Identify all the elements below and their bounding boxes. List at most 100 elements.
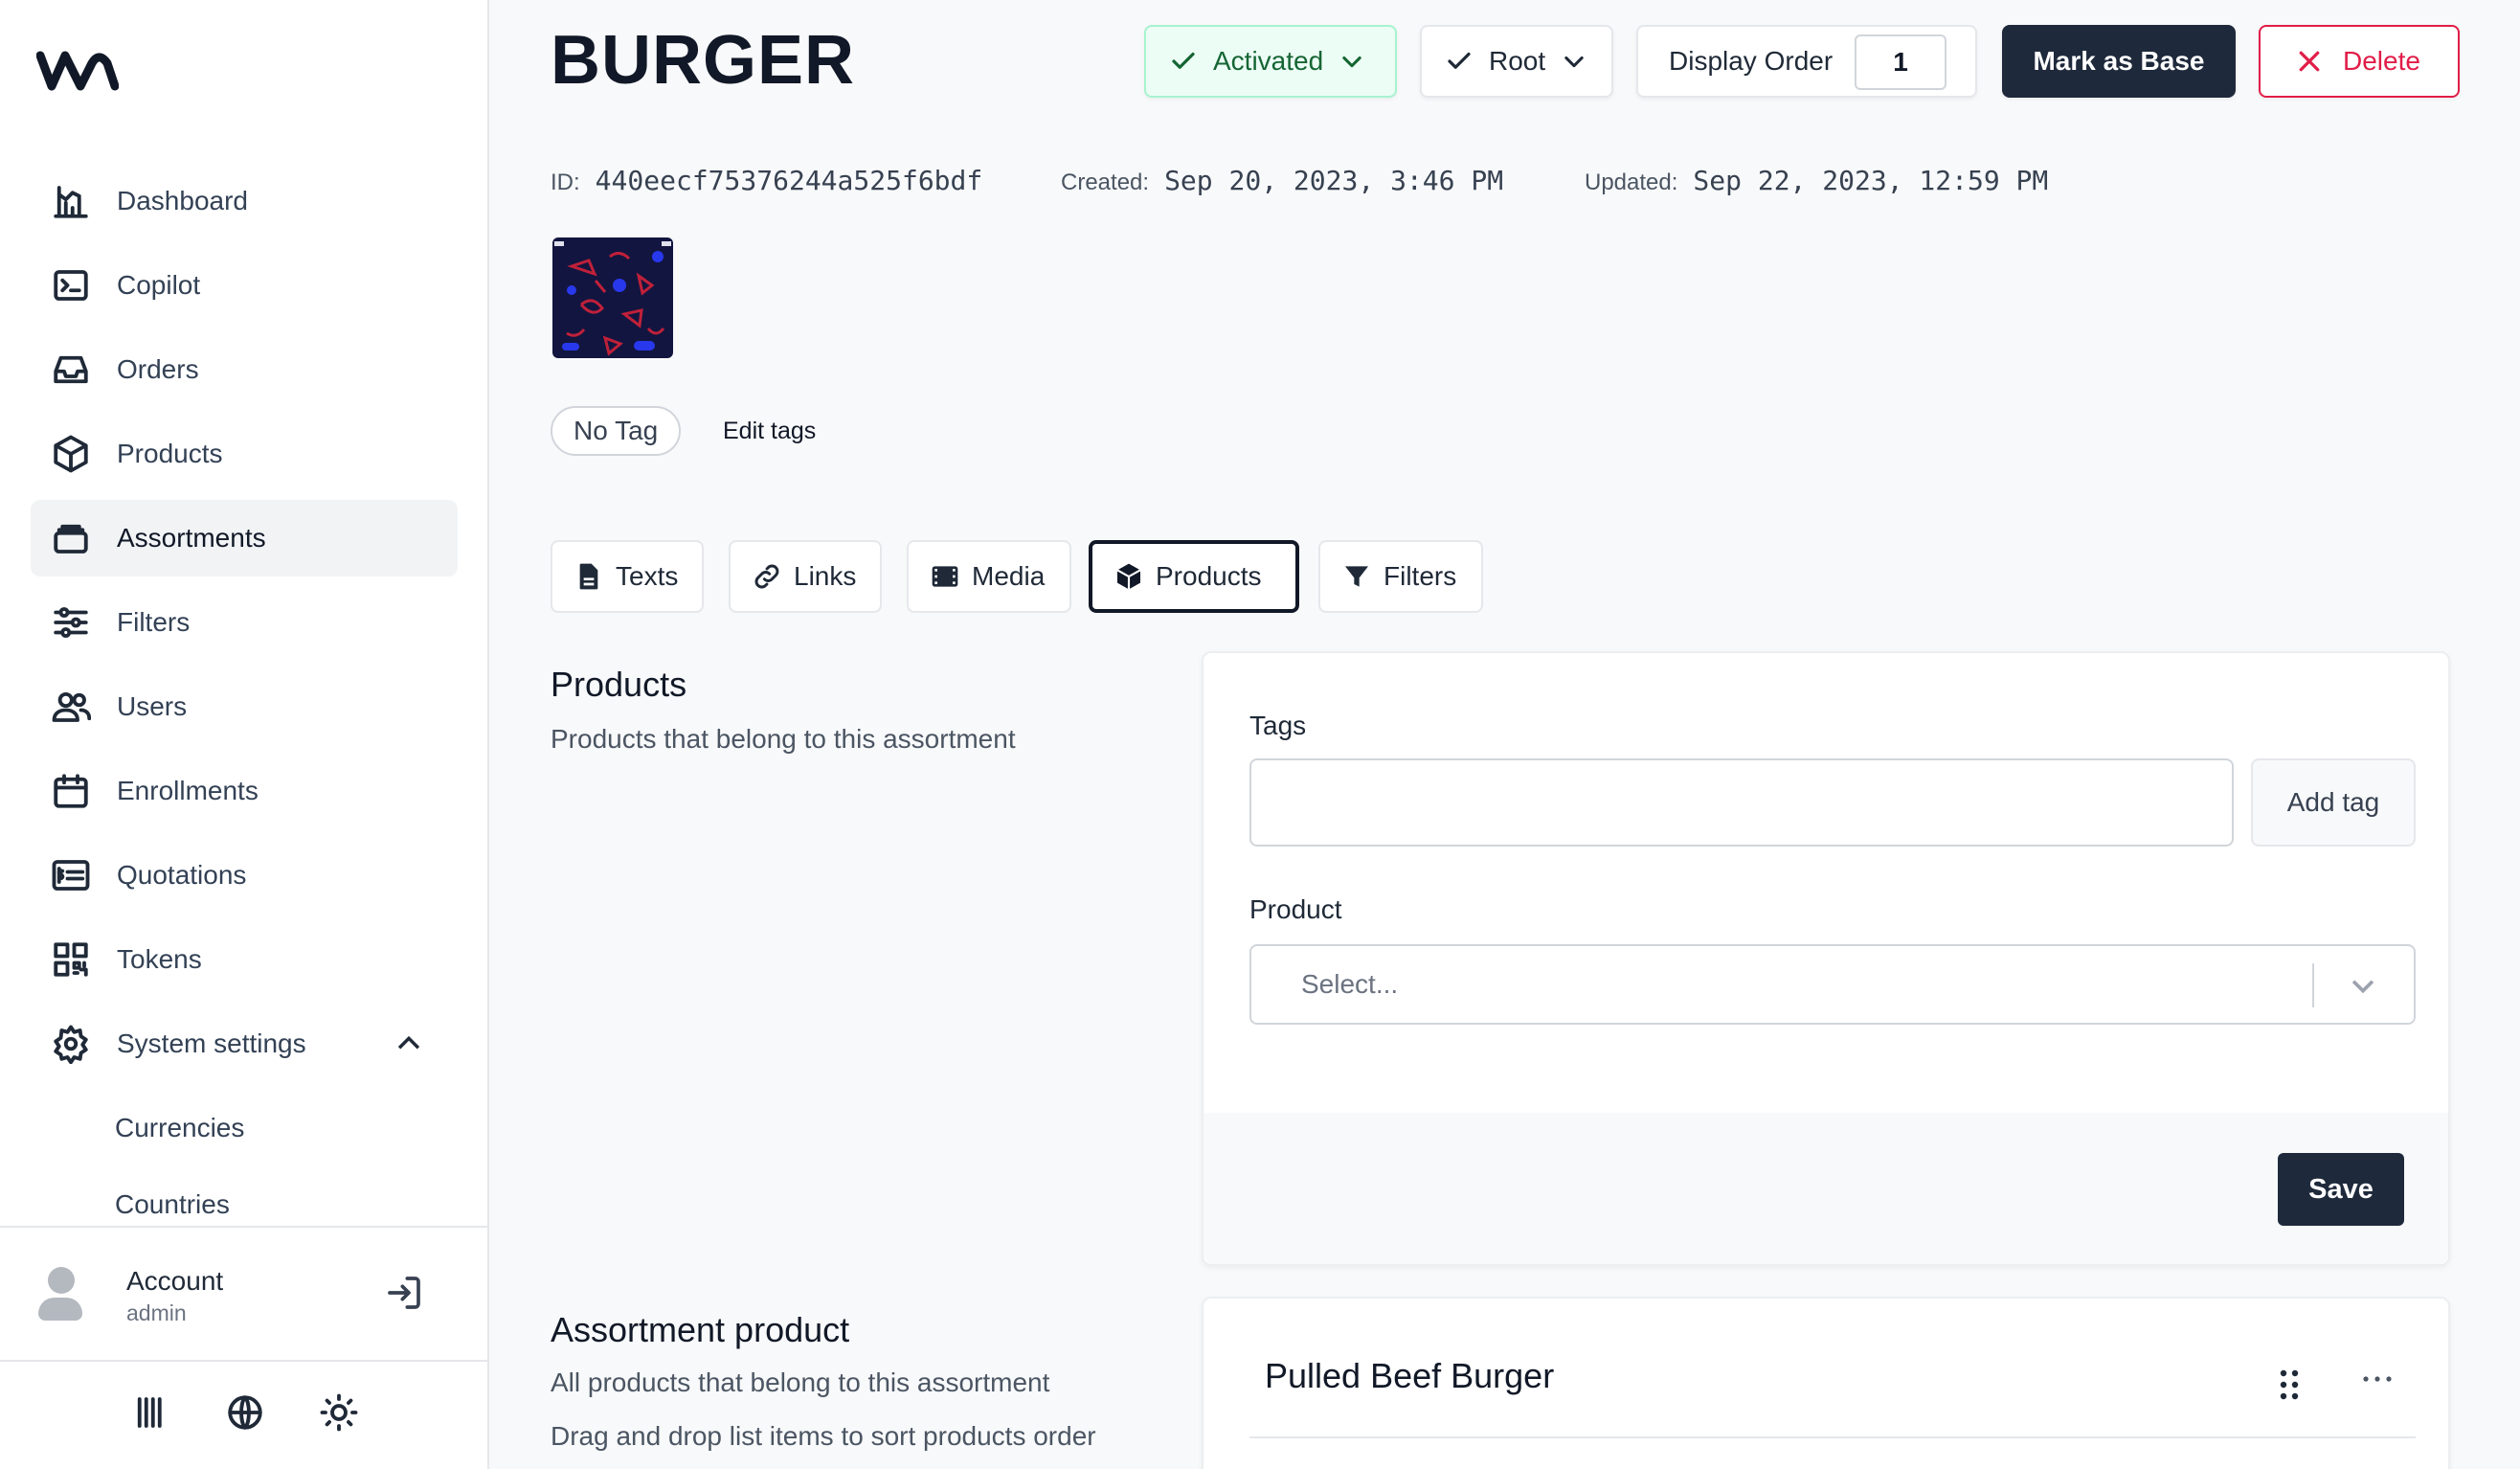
display-order-label: Display Order [1669, 46, 1834, 76]
sliders-icon [50, 601, 92, 644]
assortment-product-hint: Drag and drop list items to sort product… [551, 1421, 1096, 1451]
meta-updated: Updated: Sep 22, 2023, 12:59 PM [1585, 165, 2048, 196]
sidebar-item-dashboard[interactable]: Dashboard [31, 163, 458, 239]
status-label: Activated [1213, 46, 1324, 76]
folder-stack-icon [50, 517, 92, 559]
sidebar-item-label: Assortments [117, 523, 266, 553]
sun-icon[interactable] [319, 1392, 359, 1437]
meta-id-label: ID: [551, 170, 580, 195]
barcode-icon[interactable] [131, 1392, 171, 1437]
tags-label: Tags [1249, 711, 1307, 740]
sidebar-item-label: Tokens [117, 944, 202, 974]
products-section-description: Products that belong to this assortment [551, 724, 1016, 754]
root-label: Root [1489, 46, 1546, 76]
products-section-title: Products [551, 665, 687, 704]
brand-logo[interactable] [36, 40, 119, 102]
edit-tags-link[interactable]: Edit tags [723, 418, 816, 445]
assortment-image[interactable] [552, 237, 673, 358]
sidebar-item-label: Products [117, 439, 223, 468]
logout-icon[interactable] [385, 1274, 423, 1312]
sidebar-item-system-settings[interactable]: System settings [31, 1006, 458, 1082]
root-dropdown[interactable]: Root [1420, 25, 1613, 98]
status-dropdown[interactable]: Activated [1144, 25, 1397, 98]
list-item-title: Pulled Beef Burger [1265, 1356, 1555, 1395]
sidebar-divider [0, 1226, 489, 1228]
tab-texts[interactable]: Texts [551, 540, 704, 613]
add-product-card: Tags Add tag Product Select... Save [1202, 651, 2450, 1266]
cube-icon [1116, 563, 1141, 590]
tab-label: Filters [1384, 561, 1457, 591]
meta-created-value: Sep 20, 2023, 3:46 PM [1164, 165, 1504, 196]
globe-icon[interactable] [225, 1392, 265, 1437]
save-button[interactable]: Save [2278, 1153, 2404, 1226]
tag-pill: No Tag [551, 406, 682, 456]
display-order-input[interactable]: 1 [1855, 34, 1946, 90]
sidebar-item-label: Enrollments [117, 776, 259, 805]
gear-icon [50, 1023, 92, 1065]
tab-media[interactable]: Media [907, 540, 1071, 613]
funnel-icon [1345, 566, 1368, 587]
main-content: BURGER Activated Root Display Order 1 Ma… [489, 0, 2520, 1469]
sidebar-item-label: Dashboard [117, 186, 248, 215]
sidebar-item-enrollments[interactable]: Enrollments [31, 753, 458, 829]
meta-updated-label: Updated: [1585, 170, 1678, 195]
select-separator [2312, 963, 2314, 1007]
sidebar-item-label: Filters [117, 607, 191, 637]
tab-links[interactable]: Links [729, 540, 882, 613]
account-panel[interactable]: Account admin [36, 1262, 439, 1329]
sidebar-subitem-currencies[interactable]: Currencies [31, 1090, 458, 1166]
product-select-placeholder: Select... [1301, 969, 1399, 999]
check-icon [1448, 52, 1471, 69]
qr-code-icon [50, 938, 92, 981]
sidebar-item-orders[interactable]: Orders [31, 331, 458, 408]
sidebar-nav: Dashboard Copilot Orders Products Assort… [31, 163, 458, 1243]
assortment-product-section-title: Assortment product [551, 1310, 850, 1349]
product-select[interactable]: Select... [1249, 944, 2416, 1025]
card-footer: Save [1204, 1113, 2448, 1264]
avatar [36, 1267, 84, 1324]
tab-products[interactable]: Products [1089, 540, 1299, 613]
sidebar-item-filters[interactable]: Filters [31, 584, 458, 661]
mark-as-base-button[interactable]: Mark as Base [2002, 25, 2236, 98]
tab-label: Texts [616, 561, 679, 591]
sidebar-item-users[interactable]: Users [31, 668, 458, 745]
calendar-icon [50, 770, 92, 812]
page-title: BURGER [551, 22, 856, 99]
tags-input[interactable] [1249, 758, 2234, 847]
assortment-product-description: All products that belong to this assortm… [551, 1367, 1050, 1397]
sidebar-subitem-countries[interactable]: Countries [31, 1166, 458, 1243]
sidebar-item-quotations[interactable]: Quotations [31, 837, 458, 914]
chevron-up-icon[interactable] [393, 1028, 425, 1060]
display-order-control: Display Order 1 [1636, 25, 1977, 98]
sidebar-item-tokens[interactable]: Tokens [31, 921, 458, 998]
meta-created-label: Created: [1061, 170, 1150, 195]
tab-filters[interactable]: Filters [1318, 540, 1483, 613]
sidebar-item-label: System settings [117, 1028, 306, 1058]
sidebar-footer [0, 1379, 489, 1450]
product-label: Product [1249, 894, 1342, 924]
meta-id: ID: 440eecf75376244a525f6bdf [551, 165, 982, 196]
inbox-icon [50, 349, 92, 391]
chevron-down-icon [1564, 56, 1584, 68]
sidebar-item-assortments[interactable]: Assortments [31, 500, 458, 576]
link-icon [754, 564, 779, 589]
price-list-icon [50, 854, 92, 896]
close-icon [2299, 51, 2320, 72]
film-icon [932, 566, 958, 587]
add-tag-button[interactable]: Add tag [2251, 758, 2416, 847]
users-icon [50, 686, 92, 728]
dashboard-icon [50, 180, 92, 222]
more-options-icon[interactable] [2358, 1360, 2396, 1398]
sidebar: Dashboard Copilot Orders Products Assort… [0, 0, 489, 1469]
sidebar-item-copilot[interactable]: Copilot [31, 247, 458, 324]
delete-button[interactable]: Delete [2259, 25, 2460, 98]
drag-handle-icon[interactable] [2278, 1367, 2301, 1402]
sidebar-item-products[interactable]: Products [31, 416, 458, 492]
assortment-product-list: Pulled Beef Burger [1202, 1297, 2450, 1469]
cube-icon [50, 433, 92, 475]
meta-created: Created: Sep 20, 2023, 3:46 PM [1061, 165, 1503, 196]
chevron-down-icon [2347, 969, 2379, 1002]
tab-label: Links [794, 561, 857, 591]
check-icon [1172, 52, 1195, 69]
sidebar-item-label: Quotations [117, 860, 247, 890]
